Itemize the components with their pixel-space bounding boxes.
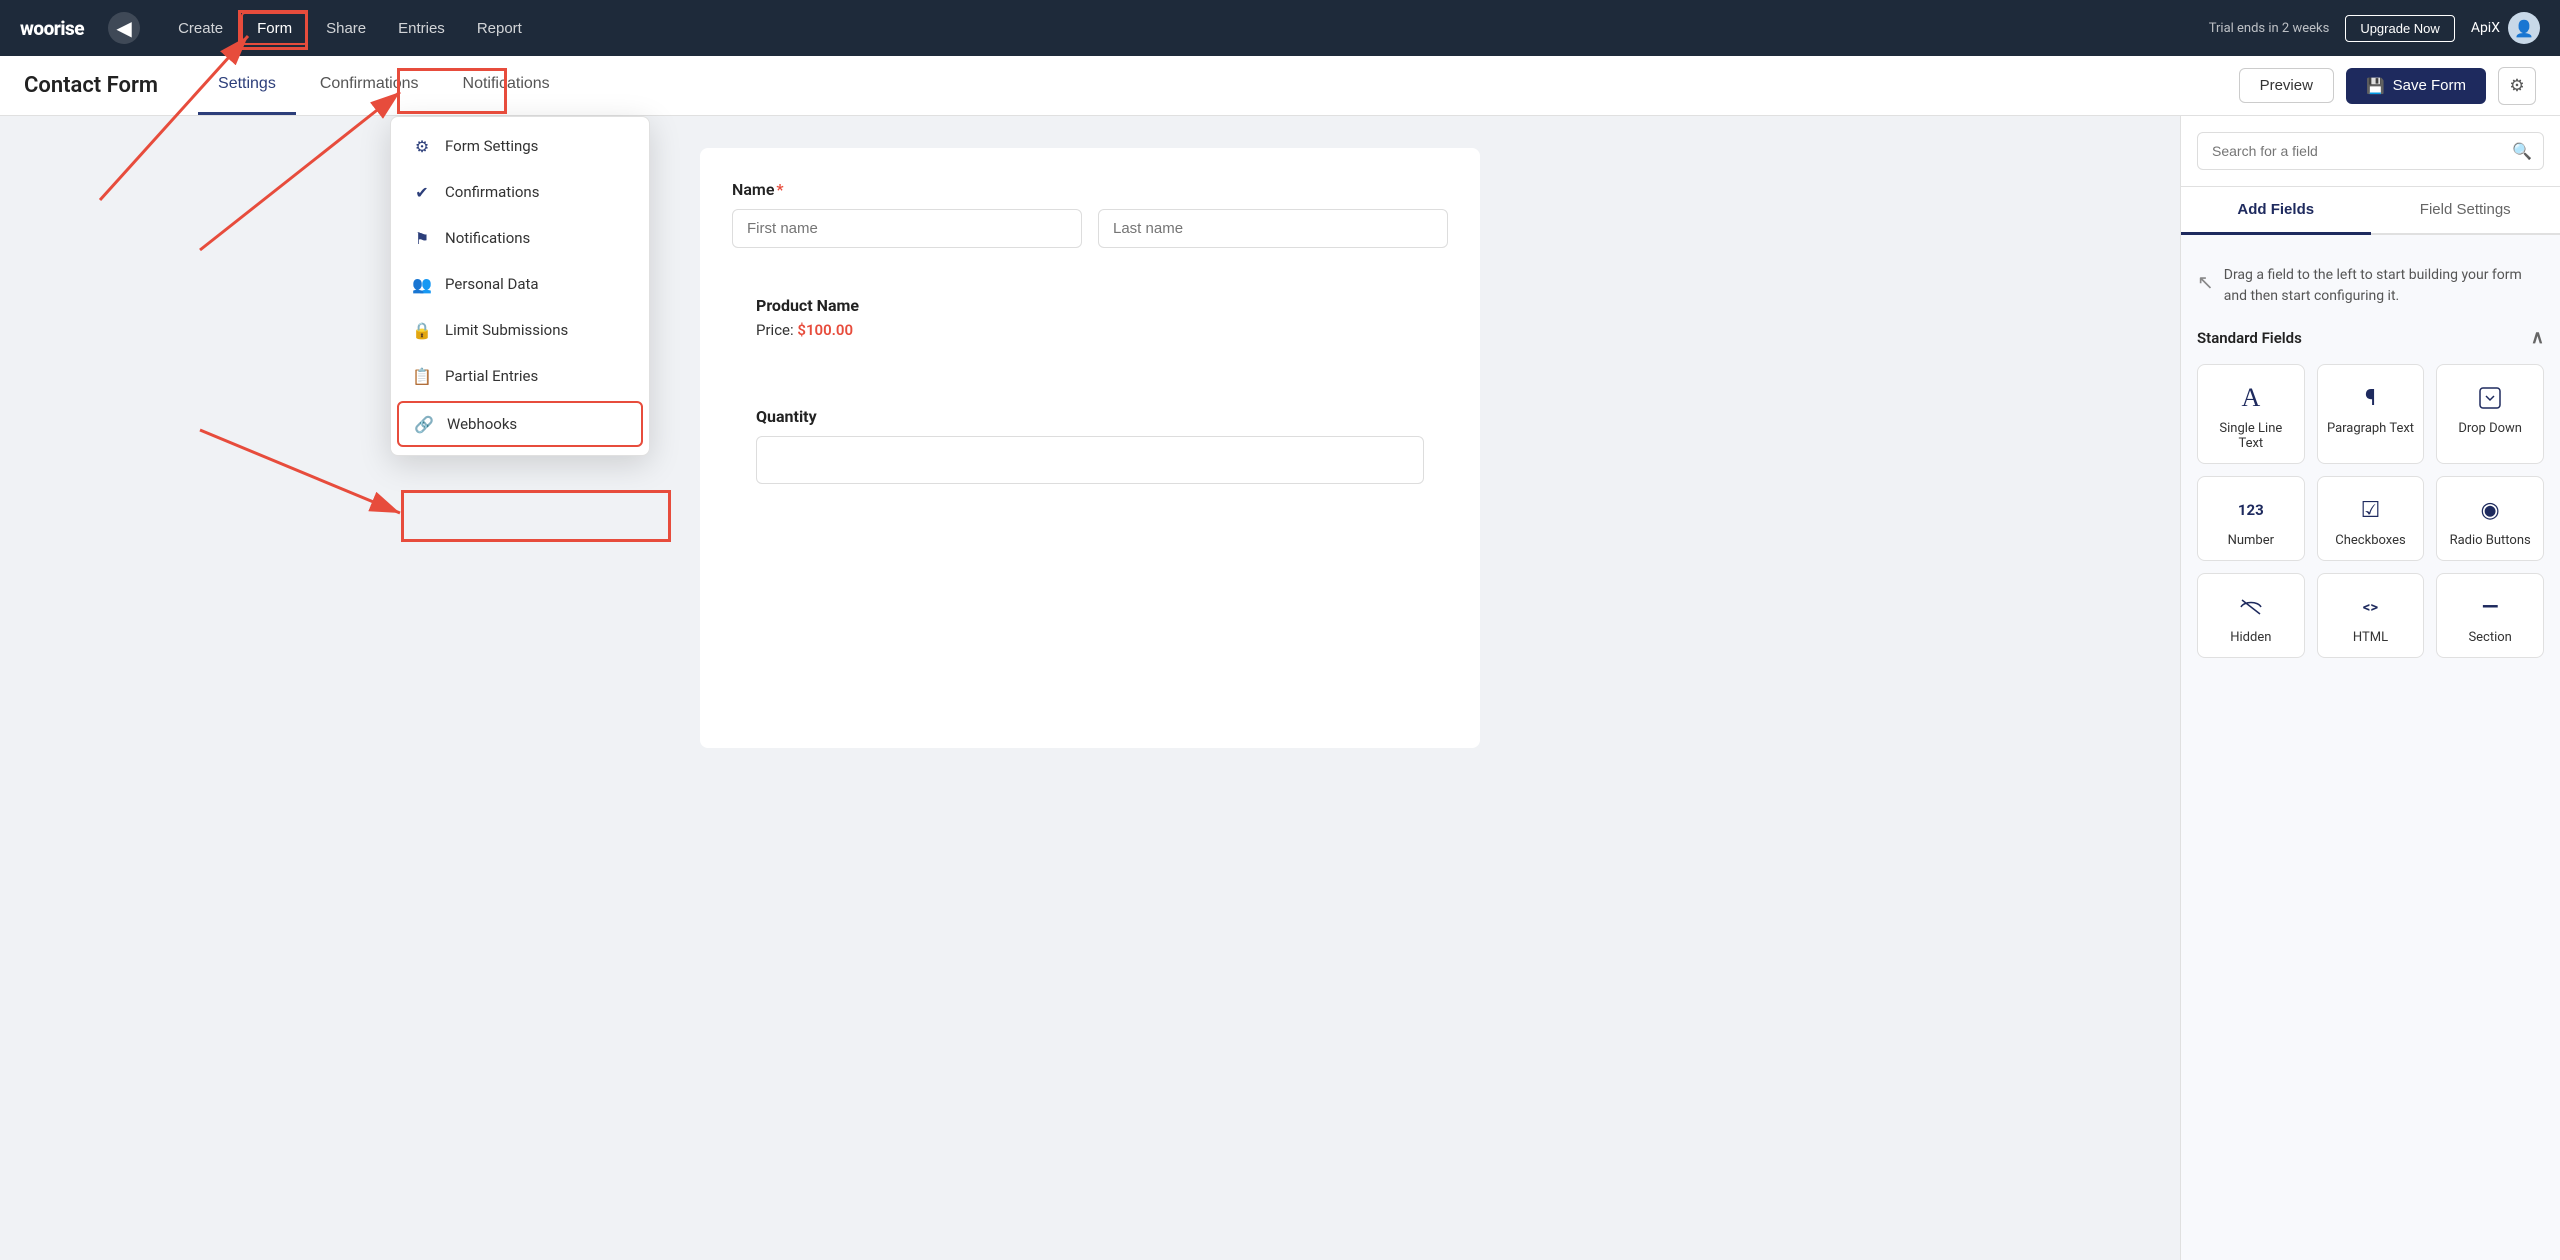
form-title: Contact Form	[24, 73, 158, 98]
main-layout: Name* Product Name Price: $100.00 Quanti…	[0, 116, 2560, 1260]
settings-dropdown-menu: ⚙ Form Settings ✔ Confirmations ⚑ Notifi…	[390, 116, 650, 456]
radio-buttons-icon: ◉	[2481, 495, 2500, 525]
user-info: ApiX 👤	[2471, 12, 2540, 44]
tab-notifications[interactable]: Notifications	[443, 55, 570, 115]
dropdown-item-form-settings[interactable]: ⚙ Form Settings	[391, 123, 649, 169]
field-radio-buttons[interactable]: ◉ Radio Buttons	[2436, 476, 2544, 561]
field-number[interactable]: 123 Number	[2197, 476, 2305, 561]
single-line-text-icon: A	[2241, 383, 2260, 413]
panel-tabs: Add Fields Field Settings	[2181, 187, 2560, 235]
partial-entries-icon: 📋	[411, 365, 433, 387]
name-field-group: Name*	[732, 180, 1448, 248]
drag-hint: ↖ Drag a field to the left to start buil…	[2197, 255, 2544, 327]
quantity-label: Quantity	[756, 407, 1424, 426]
fields-grid: A Single Line Text ¶ Paragraph Text Drop…	[2197, 364, 2544, 658]
paragraph-text-icon: ¶	[2365, 383, 2376, 413]
dropdown-item-personal-data[interactable]: 👥 Personal Data	[391, 261, 649, 307]
last-name-input[interactable]	[1098, 209, 1448, 248]
cursor-icon: ↖	[2197, 267, 2214, 297]
name-row	[732, 209, 1448, 248]
panel-tab-add-fields[interactable]: Add Fields	[2181, 187, 2371, 235]
number-icon: 123	[2238, 495, 2264, 525]
drop-down-icon	[2479, 383, 2501, 413]
panel-content: ↖ Drag a field to the left to start buil…	[2181, 235, 2560, 1260]
nav-share[interactable]: Share	[312, 12, 380, 45]
header-actions: Preview 💾 Save Form ⚙	[2239, 67, 2536, 105]
personal-data-icon: 👥	[411, 273, 433, 295]
quantity-area: Quantity	[732, 387, 1448, 504]
gear-icon: ⚙	[2509, 76, 2524, 96]
top-navigation: woorise ◀ Create Form Share Entries Repo…	[0, 0, 2560, 56]
field-html[interactable]: <> HTML	[2317, 573, 2425, 658]
right-panel: 🔍 Add Fields Field Settings ↖ Drag a fie…	[2180, 116, 2560, 1260]
user-name: ApiX	[2471, 20, 2500, 36]
save-icon: 💾	[2366, 77, 2385, 95]
standard-fields-header: Standard Fields ∧	[2197, 327, 2544, 348]
field-single-line-text[interactable]: A Single Line Text	[2197, 364, 2305, 464]
logo: woorise	[20, 17, 84, 40]
tab-settings[interactable]: Settings	[198, 55, 296, 115]
first-name-input[interactable]	[732, 209, 1082, 248]
webhooks-icon: 🔗	[413, 413, 435, 435]
collapse-icon[interactable]: ∧	[2531, 327, 2544, 348]
nav-create[interactable]: Create	[164, 12, 237, 45]
avatar: 👤	[2508, 12, 2540, 44]
price-value: $100.00	[797, 321, 853, 339]
checkboxes-icon: ☑	[2361, 495, 2381, 525]
form-settings-icon: ⚙	[411, 135, 433, 157]
required-indicator: *	[776, 180, 783, 199]
preview-button[interactable]: Preview	[2239, 68, 2334, 103]
field-section[interactable]: — Section	[2436, 573, 2544, 658]
tab-confirmations[interactable]: Confirmations	[300, 55, 439, 115]
field-drop-down[interactable]: Drop Down	[2436, 364, 2544, 464]
panel-tab-field-settings[interactable]: Field Settings	[2371, 187, 2560, 235]
search-field-area: 🔍	[2181, 116, 2560, 187]
search-wrapper: 🔍	[2197, 132, 2544, 170]
logo-text: woorise	[20, 17, 84, 40]
notifications-icon: ⚑	[411, 227, 433, 249]
product-section: Product Name Price: $100.00	[732, 276, 1448, 359]
form-area: Name* Product Name Price: $100.00 Quanti…	[0, 116, 2180, 1260]
field-checkboxes[interactable]: ☑ Checkboxes	[2317, 476, 2425, 561]
dropdown-item-confirmations[interactable]: ✔ Confirmations	[391, 169, 649, 215]
back-button[interactable]: ◀	[108, 12, 140, 44]
nav-entries[interactable]: Entries	[384, 12, 459, 45]
save-button[interactable]: 💾 Save Form	[2346, 68, 2486, 104]
quantity-input[interactable]	[756, 436, 1424, 484]
search-icon: 🔍	[2512, 142, 2532, 161]
settings-icon-button[interactable]: ⚙	[2498, 67, 2536, 105]
sub-tabs: Settings Confirmations Notifications	[198, 56, 570, 115]
confirmations-icon: ✔	[411, 181, 433, 203]
html-icon: <>	[2363, 592, 2378, 622]
hidden-icon	[2240, 592, 2262, 622]
product-name: Product Name	[756, 296, 1424, 315]
upgrade-button[interactable]: Upgrade Now	[2345, 15, 2455, 42]
nav-form[interactable]: Form	[241, 12, 308, 45]
standard-fields-label: Standard Fields	[2197, 329, 2302, 347]
nav-links: Create Form Share Entries Report	[164, 12, 536, 45]
search-field-input[interactable]	[2197, 132, 2544, 170]
section-icon: —	[2482, 592, 2499, 622]
trial-text: Trial ends in 2 weeks	[2209, 21, 2330, 36]
sub-header: Contact Form Settings Confirmations Noti…	[0, 56, 2560, 116]
save-label: Save Form	[2393, 77, 2466, 94]
nav-right: Trial ends in 2 weeks Upgrade Now ApiX 👤	[2209, 12, 2540, 44]
form-canvas: Name* Product Name Price: $100.00 Quanti…	[700, 148, 1480, 748]
nav-report[interactable]: Report	[463, 12, 536, 45]
dropdown-item-limit-submissions[interactable]: 🔒 Limit Submissions	[391, 307, 649, 353]
field-paragraph-text[interactable]: ¶ Paragraph Text	[2317, 364, 2425, 464]
dropdown-item-notifications[interactable]: ⚑ Notifications	[391, 215, 649, 261]
field-hidden[interactable]: Hidden	[2197, 573, 2305, 658]
product-price: Price: $100.00	[756, 321, 1424, 339]
name-label: Name*	[732, 180, 1448, 199]
dropdown-item-webhooks[interactable]: 🔗 Webhooks	[397, 401, 643, 447]
dropdown-item-partial-entries[interactable]: 📋 Partial Entries	[391, 353, 649, 399]
limit-submissions-icon: 🔒	[411, 319, 433, 341]
